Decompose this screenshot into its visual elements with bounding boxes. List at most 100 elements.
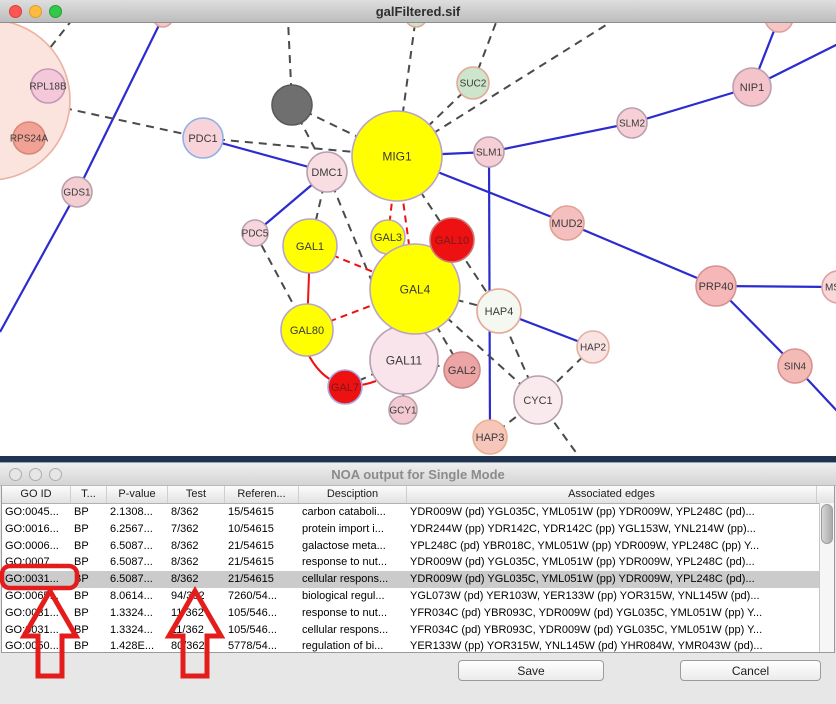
network-canvas[interactable]: RPL18BRPS24AGDS1PDC1DMC1MIG1SUC2SLM1SLM2… [0, 0, 836, 456]
column-header-referen-[interactable]: Referen... [225, 486, 299, 503]
network-node-mud2[interactable]: MUD2 [550, 206, 584, 240]
network-node-gal7[interactable]: GAL7 [328, 370, 362, 404]
network-node-gal2[interactable]: GAL2 [444, 352, 480, 388]
table-header-row: GO IDT...P-valueTestReferen...Desciption… [2, 486, 834, 504]
column-header-t-[interactable]: T... [71, 486, 107, 503]
network-window-titlebar[interactable]: galFiltered.sif [0, 0, 836, 23]
table-cell: GO:0031... [2, 605, 71, 622]
table-cell: YFR034C (pd) YBR093C, YDR009W (pd) YGL03… [407, 605, 817, 622]
network-node-gal80[interactable]: GAL80 [281, 304, 333, 356]
traffic-lights-inactive[interactable] [0, 468, 62, 481]
table-row[interactable]: GO:0045...BP2.1308...8/36215/54615carbon… [2, 504, 834, 521]
table-cell: BP [71, 571, 107, 588]
network-edge[interactable] [567, 223, 716, 286]
network-node-gds1[interactable]: GDS1 [62, 177, 92, 207]
table-row[interactable]: GO:0031...BP1.3324...11/362105/546...res… [2, 605, 834, 622]
scrollbar-thumb[interactable] [821, 504, 833, 544]
traffic-light[interactable] [49, 468, 62, 481]
table-scrollbar[interactable] [819, 503, 834, 652]
network-node-gal10[interactable]: GAL10 [430, 218, 474, 262]
column-header-associated-edges[interactable]: Associated edges [407, 486, 817, 503]
table-cell: BP [71, 638, 107, 653]
svg-text:GAL1: GAL1 [296, 241, 324, 253]
table-cell: 2.1308... [107, 504, 168, 521]
network-node-gal1[interactable]: GAL1 [283, 219, 337, 273]
table-cell: 94/362 [168, 588, 225, 605]
network-node-dmc1[interactable]: DMC1 [307, 152, 347, 192]
network-edge[interactable] [77, 17, 163, 192]
svg-text:SIN4: SIN4 [784, 362, 807, 373]
table-cell: 21/54615 [225, 554, 299, 571]
network-node-gcy1[interactable]: GCY1 [389, 396, 417, 424]
table-row[interactable]: GO:0031...BP6.5087...8/36221/54615cellul… [2, 571, 834, 588]
results-table[interactable]: GO IDT...P-valueTestReferen...Desciption… [1, 485, 835, 653]
table-cell: protein import i... [299, 521, 407, 538]
traffic-light[interactable] [9, 5, 22, 18]
traffic-light[interactable] [9, 468, 22, 481]
network-edge[interactable] [0, 192, 77, 332]
table-cell: 5778/54... [225, 638, 299, 653]
svg-text:GAL2: GAL2 [448, 365, 476, 377]
table-cell: 21/54615 [225, 571, 299, 588]
column-header-p-value[interactable]: P-value [107, 486, 168, 503]
network-edge[interactable] [64, 108, 203, 138]
table-row[interactable]: GO:0007...BP6.5087...8/36221/54615respon… [2, 554, 834, 571]
column-header-go-id[interactable]: GO ID [2, 486, 71, 503]
network-node-pdc1[interactable]: PDC1 [183, 118, 223, 158]
table-cell: 6.5087... [107, 538, 168, 555]
traffic-light[interactable] [29, 5, 42, 18]
table-row[interactable]: GO:0016...BP6.2567...7/36210/54615protei… [2, 521, 834, 538]
cancel-button[interactable]: Cancel [680, 660, 821, 681]
screen: { "window_network": { "title": "galFilte… [0, 0, 836, 704]
table-cell: YDR009W (pd) YGL035C, YML051W (pp) YDR00… [407, 571, 817, 588]
table-cell: GO:0050... [2, 638, 71, 653]
table-cell: 7260/54... [225, 588, 299, 605]
network-node-gal11[interactable]: GAL11 [370, 326, 438, 394]
network-node-msl1[interactable]: MSL1 [822, 271, 836, 303]
traffic-light[interactable] [29, 468, 42, 481]
table-cell: 6.5087... [107, 571, 168, 588]
table-row[interactable]: GO:0006...BP6.5087...8/36221/54615galact… [2, 538, 834, 555]
table-cell: GO:0031... [2, 571, 71, 588]
network-node-mig1[interactable]: MIG1 [352, 111, 442, 201]
network-edge[interactable] [489, 123, 632, 152]
table-cell: 6.5087... [107, 554, 168, 571]
network-node-slm2[interactable]: SLM2 [617, 108, 647, 138]
svg-text:SUC2: SUC2 [460, 79, 487, 90]
table-cell: galactose meta... [299, 538, 407, 555]
network-node-nip1[interactable]: NIP1 [733, 68, 771, 106]
table-cell: BP [71, 554, 107, 571]
table-row[interactable]: GO:0050...BP1.428E...80/3625778/54...reg… [2, 638, 834, 653]
table-row[interactable]: GO:0031...BP1.3324...11/362105/546...cel… [2, 622, 834, 639]
noa-window-titlebar[interactable]: NOA output for Single Mode [0, 462, 836, 486]
table-cell: YDR009W (pd) YGL035C, YML051W (pp) YDR00… [407, 504, 817, 521]
svg-text:MIG1: MIG1 [382, 149, 412, 163]
table-cell: YER133W (pp) YOR315W, YNL145W (pd) YHR08… [407, 638, 817, 653]
network-node-hap3[interactable]: HAP3 [473, 420, 507, 454]
table-cell: 80/362 [168, 638, 225, 653]
network-node-prp40[interactable]: PRP40 [696, 266, 736, 306]
traffic-lights[interactable] [0, 5, 62, 18]
svg-text:GAL7: GAL7 [331, 382, 359, 394]
table-row[interactable]: GO:0065...BP8.0614...94/3627260/54...bio… [2, 588, 834, 605]
table-cell: cellular respons... [299, 622, 407, 639]
network-graph[interactable]: RPL18BRPS24AGDS1PDC1DMC1MIG1SUC2SLM1SLM2… [0, 0, 836, 456]
save-button[interactable]: Save [458, 660, 604, 681]
network-node-hap2[interactable]: HAP2 [577, 331, 609, 363]
network-node-slm1[interactable]: SLM1 [474, 137, 504, 167]
table-cell: 6.2567... [107, 521, 168, 538]
table-cell: GO:0065... [2, 588, 71, 605]
network-node-bigpale[interactable] [0, 20, 70, 180]
table-body: GO:0045...BP2.1308...8/36215/54615carbon… [2, 504, 834, 653]
table-cell: 105/546... [225, 605, 299, 622]
network-node-hap4[interactable]: HAP4 [477, 289, 521, 333]
column-header-test[interactable]: Test [168, 486, 225, 503]
traffic-light[interactable] [49, 5, 62, 18]
table-cell: regulation of bi... [299, 638, 407, 653]
network-node-sin4[interactable]: SIN4 [778, 349, 812, 383]
network-node-cyc1[interactable]: CYC1 [514, 376, 562, 424]
network-node-suc2[interactable]: SUC2 [457, 67, 489, 99]
column-header-desciption[interactable]: Desciption [299, 486, 407, 503]
network-node-graynode[interactable] [272, 85, 312, 125]
network-node-pdc5[interactable]: PDC5 [242, 220, 269, 246]
